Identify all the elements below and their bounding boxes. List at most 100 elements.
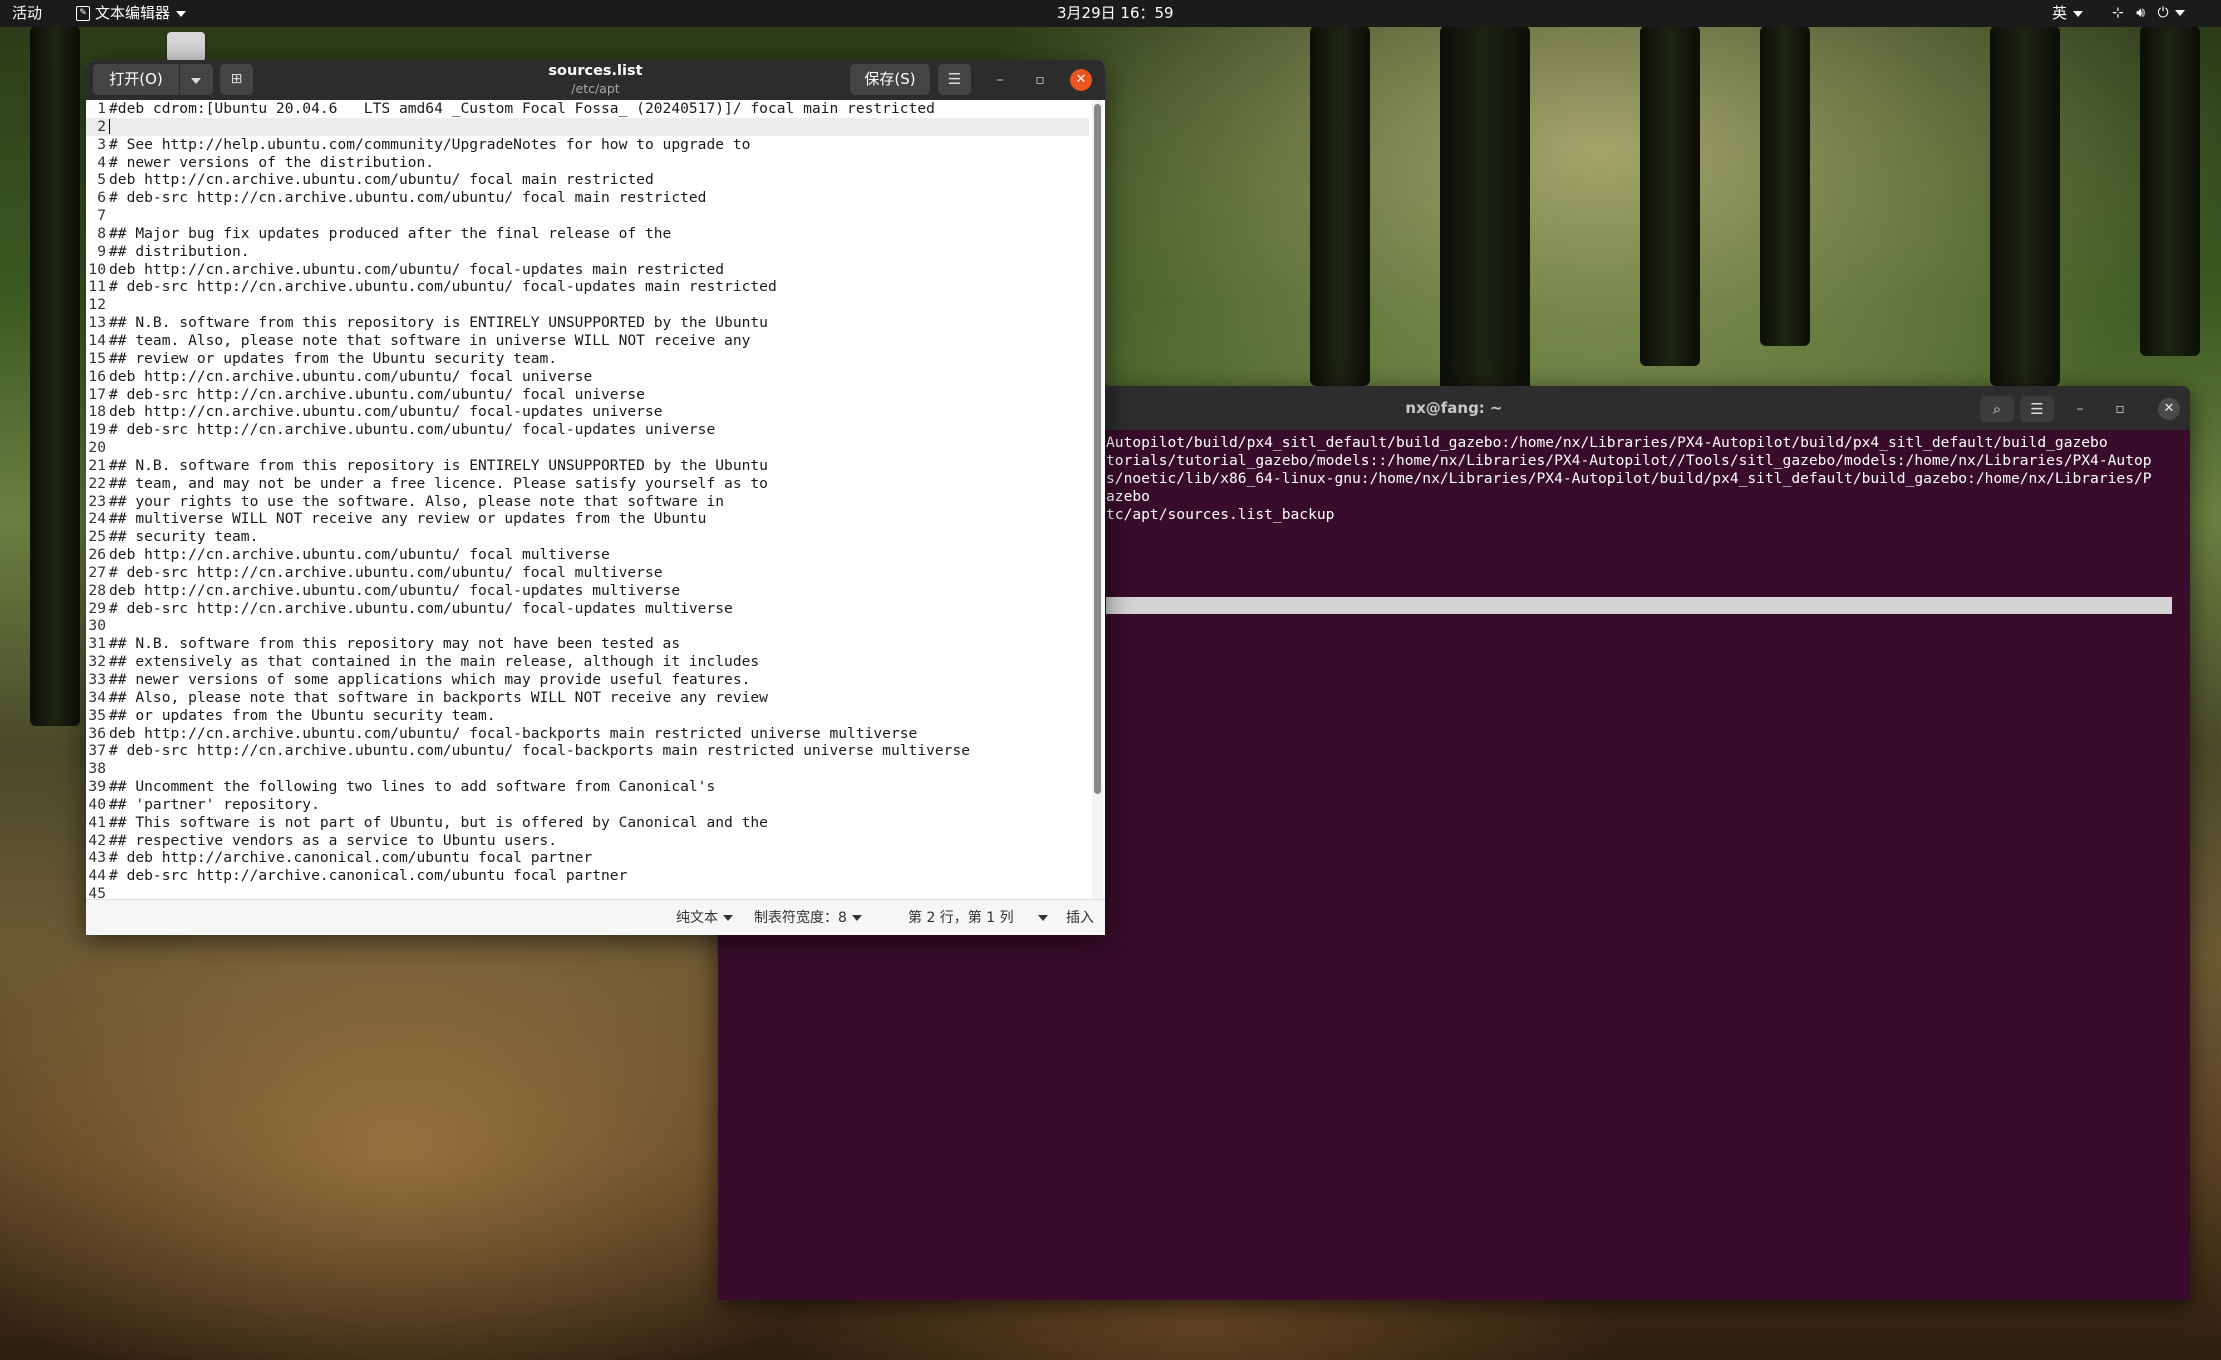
tab-width-selector[interactable]: 制表符宽度：8	[754, 900, 862, 935]
app-menu-label: 文本编辑器	[95, 4, 171, 22]
activities-button[interactable]: 活动	[12, 0, 42, 27]
line-text: ## or updates from the Ubuntu security t…	[109, 706, 496, 724]
line-number: 5	[97, 171, 106, 189]
close-icon: ✕	[2163, 401, 2175, 416]
editor-line[interactable]: 45	[86, 885, 1089, 899]
terminal-output[interactable]: Autopilot/build/px4_sitl_default/build_g…	[1106, 434, 2176, 1294]
editor-line[interactable]: 12	[86, 296, 1089, 314]
line-number: 43	[88, 849, 106, 867]
editor-line[interactable]: 17 # deb-src http://cn.archive.ubuntu.com…	[86, 386, 1089, 404]
line-text: ## N.B. software from this repository is…	[109, 314, 768, 332]
editor-line[interactable]: 33 ## newer versions of some applications…	[86, 671, 1089, 689]
line-number: 16	[88, 367, 106, 385]
terminal-menu-button[interactable]: ☰	[2020, 396, 2054, 422]
line-number: 26	[88, 546, 106, 564]
editor-line[interactable]: 39 ## Uncomment the following two lines t…	[86, 778, 1089, 796]
editor-line[interactable]: 44 # deb-src http://archive.canonical.com…	[86, 867, 1089, 885]
line-text: # deb-src http://archive.canonical.com/u…	[109, 867, 628, 885]
editor-minimize-button[interactable]: –	[989, 70, 1011, 90]
editor-line[interactable]: 11 # deb-src http://cn.archive.ubuntu.com…	[86, 278, 1089, 296]
line-number: 45	[88, 885, 106, 899]
tab-width-label: 制表符宽度：8	[754, 910, 847, 926]
line-number: 2	[97, 117, 106, 135]
editor-line[interactable]: 43 # deb http://archive.canonical.com/ubu…	[86, 849, 1089, 867]
close-icon: ✕	[1075, 72, 1087, 87]
line-text: # deb http://archive.canonical.com/ubunt…	[109, 849, 593, 867]
top-bar: 活动 ✎ 文本编辑器 3月29日 16：59 英 ⊹ 🔊︎ ⏻	[0, 0, 2221, 27]
minimize-icon: –	[996, 72, 1004, 88]
editor-line[interactable]: 25 ## security team.	[86, 528, 1089, 546]
editor-line[interactable]: 40 ## 'partner' repository.	[86, 796, 1089, 814]
editor-line[interactable]: 38	[86, 760, 1089, 778]
language-selector[interactable]: 纯文本	[676, 900, 733, 935]
editor-line[interactable]: 20	[86, 439, 1089, 457]
terminal-search-button[interactable]: ⌕	[1980, 396, 2014, 422]
chevron-down-icon	[851, 915, 862, 921]
power-icon: ⏻	[2157, 5, 2169, 21]
editor-line[interactable]: 28 deb http://cn.archive.ubuntu.com/ubunt…	[86, 582, 1089, 600]
editor-header[interactable]: 打开(O) ⊞ sources.list /etc/apt 保存(S) ☰ – …	[86, 60, 1105, 100]
line-number: 10	[88, 260, 106, 278]
editor-line[interactable]: 3 # See http://help.ubuntu.com/community/…	[86, 136, 1089, 154]
editor-line[interactable]: 1 #deb cdrom:[Ubuntu 20.04.6 LTS amd64 _C…	[86, 100, 1089, 118]
editor-line[interactable]: 42 ## respective vendors as a service to …	[86, 832, 1089, 850]
editor-line[interactable]: 10 deb http://cn.archive.ubuntu.com/ubunt…	[86, 261, 1089, 279]
editor-line[interactable]: 13 ## N.B. software from this repository …	[86, 314, 1089, 332]
editor-line[interactable]: 32 ## extensively as that contained in th…	[86, 653, 1089, 671]
app-menu[interactable]: ✎ 文本编辑器	[76, 0, 187, 27]
editor-line[interactable]: 36 deb http://cn.archive.ubuntu.com/ubunt…	[86, 725, 1089, 743]
editor-line[interactable]: 15 ## review or updates from the Ubuntu s…	[86, 350, 1089, 368]
editor-line[interactable]: 34 ## Also, please note that software in …	[86, 689, 1089, 707]
editor-menu-button[interactable]: ☰	[938, 64, 971, 95]
editor-line[interactable]: 23 ## your rights to use the software. Al…	[86, 493, 1089, 511]
editor-line[interactable]: 35 ## or updates from the Ubuntu security…	[86, 707, 1089, 725]
editor-line[interactable]: 7	[86, 207, 1089, 225]
editor-line[interactable]: 26 deb http://cn.archive.ubuntu.com/ubunt…	[86, 546, 1089, 564]
editor-line[interactable]: 30	[86, 617, 1089, 635]
system-menu[interactable]: ⊹ 🔊︎ ⏻	[2112, 0, 2185, 27]
line-text: ## team. Also, please note that software…	[109, 331, 751, 349]
editor-line[interactable]: 19 # deb-src http://cn.archive.ubuntu.com…	[86, 421, 1089, 439]
line-number: 44	[88, 867, 106, 885]
editor-text-area[interactable]: 1 #deb cdrom:[Ubuntu 20.04.6 LTS amd64 _C…	[86, 100, 1089, 899]
terminal-maximize-button[interactable]: ▫	[2110, 399, 2130, 419]
editor-line[interactable]: 6 # deb-src http://cn.archive.ubuntu.com/…	[86, 189, 1089, 207]
line-text: ## N.B. software from this repository is…	[109, 456, 768, 474]
clock[interactable]: 3月29日 16：59	[1057, 0, 1174, 27]
text-editor-window[interactable]: 打开(O) ⊞ sources.list /etc/apt 保存(S) ☰ – …	[86, 60, 1105, 935]
line-text: ## This software is not part of Ubuntu, …	[109, 813, 768, 831]
editor-line[interactable]: 9 ## distribution.	[86, 243, 1089, 261]
editor-line[interactable]: 14 ## team. Also, please note that softwa…	[86, 332, 1089, 350]
editor-line[interactable]: 31 ## N.B. software from this repository …	[86, 635, 1089, 653]
line-number: 1	[97, 100, 106, 117]
terminal-close-button[interactable]: ✕	[2158, 398, 2180, 420]
editor-line[interactable]: 24 ## multiverse WILL NOT receive any rev…	[86, 510, 1089, 528]
editor-line[interactable]: 4 # newer versions of the distribution.	[86, 154, 1089, 172]
editor-line[interactable]: 2	[86, 117, 1089, 136]
network-icon: ⊹	[2112, 5, 2124, 21]
editor-line[interactable]: 22 ## team, and may not be under a free l…	[86, 475, 1089, 493]
insert-mode-indicator[interactable]: 插入	[1066, 900, 1094, 935]
editor-line[interactable]: 5 deb http://cn.archive.ubuntu.com/ubuntu…	[86, 171, 1089, 189]
editor-maximize-button[interactable]: ▫	[1029, 70, 1051, 90]
editor-close-button[interactable]: ✕	[1070, 69, 1092, 91]
editor-line[interactable]: 29 # deb-src http://cn.archive.ubuntu.com…	[86, 600, 1089, 618]
editor-line[interactable]: 18 deb http://cn.archive.ubuntu.com/ubunt…	[86, 403, 1089, 421]
editor-line[interactable]: 8 ## Major bug fix updates produced after…	[86, 225, 1089, 243]
save-button[interactable]: 保存(S)	[850, 64, 930, 95]
line-number: 7	[97, 207, 106, 225]
line-number: 39	[88, 778, 106, 796]
cursor-position[interactable]: 第 2 行，第 1 列	[908, 900, 1048, 935]
editor-line[interactable]: 37 # deb-src http://cn.archive.ubuntu.com…	[86, 742, 1089, 760]
line-number: 18	[88, 403, 106, 421]
editor-line[interactable]: 21 ## N.B. software from this repository …	[86, 457, 1089, 475]
maximize-icon: ▫	[1035, 72, 1045, 88]
editor-line[interactable]: 27 # deb-src http://cn.archive.ubuntu.com…	[86, 564, 1089, 582]
input-method-indicator[interactable]: 英	[2052, 0, 2084, 27]
terminal-minimize-button[interactable]: –	[2070, 399, 2090, 419]
desktop-folder-icon[interactable]	[167, 32, 205, 60]
terminal-selection-bar	[1106, 597, 2172, 614]
editor-line[interactable]: 41 ## This software is not part of Ubuntu…	[86, 814, 1089, 832]
editor-line[interactable]: 16 deb http://cn.archive.ubuntu.com/ubunt…	[86, 368, 1089, 386]
editor-scrollbar-thumb[interactable]	[1094, 104, 1101, 794]
